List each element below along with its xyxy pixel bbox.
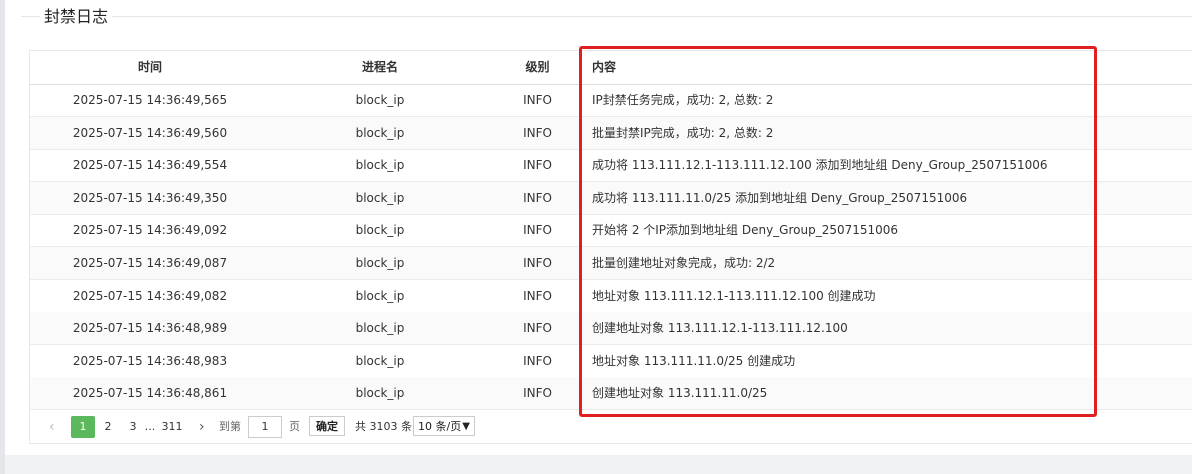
cell-level: INFO	[523, 353, 552, 368]
cell-time: 2025-07-15 14:36:48,983	[72, 353, 228, 368]
table-row: 2025-07-15 14:36:49,087 block_ip INFO 批量创建地…	[30, 247, 1192, 280]
pagination: ‹ 1 2 3 ... 311 › 到第 1 页 确定 共 3103 条 10 …	[29, 410, 1192, 444]
total-count: 共 3103 条	[355, 420, 412, 433]
page-suffix-label: 页	[289, 420, 300, 433]
cell-level: INFO	[523, 190, 552, 205]
cell-message: 成功将 113.111.11.0/25 添加到地址组 Deny_Group_25…	[592, 190, 968, 205]
page-button-last[interactable]: 311	[161, 417, 183, 437]
cell-message: 开始将 2 个IP添加到地址组 Deny_Group_2507151006	[592, 223, 899, 238]
cell-level: INFO	[523, 386, 552, 401]
cell-message: IP封禁任务完成，成功: 2, 总数: 2	[592, 93, 774, 107]
cell-process: block_ip	[355, 321, 405, 336]
column-header-level[interactable]: 级别	[490, 51, 585, 84]
section-title: 封禁日志	[40, 6, 113, 28]
page-size-value: 10 条/页	[418, 420, 462, 433]
cell-level: INFO	[523, 288, 552, 303]
cell-process: block_ip	[355, 386, 405, 401]
chevron-right-icon[interactable]: ›	[199, 417, 205, 437]
table-row: 2025-07-15 14:36:49,350 block_ip INFO 成功将 1…	[30, 181, 1192, 215]
table-header: 时间 进程名 级别 内容	[30, 51, 1192, 85]
cell-process: block_ip	[355, 190, 405, 205]
cell-level: INFO	[523, 93, 552, 107]
table-row: 2025-07-15 14:36:49,092 block_ip INFO 开始将 2…	[30, 214, 1192, 248]
table-row: 2025-07-15 14:36:49,565 block_ip INFO IP封禁任…	[30, 84, 1192, 117]
cell-message: 地址对象 113.111.12.1-113.111.12.100 创建成功	[592, 288, 876, 303]
cell-level: INFO	[523, 321, 552, 336]
goto-page-input[interactable]: 1	[248, 416, 282, 438]
cell-process: block_ip	[355, 353, 405, 368]
confirm-button[interactable]: 确定	[309, 416, 345, 436]
cell-message: 地址对象 113.111.11.0/25 创建成功	[592, 353, 796, 368]
chevron-down-icon: ▼	[462, 421, 470, 432]
chevron-left-icon[interactable]: ‹	[49, 417, 55, 437]
cell-time: 2025-07-15 14:36:49,554	[72, 158, 228, 173]
cell-message: 创建地址对象 113.111.11.0/25	[592, 386, 768, 401]
page-ellipsis: ...	[144, 420, 156, 433]
page-button-2[interactable]: 2	[103, 417, 113, 437]
cell-time: 2025-07-15 14:36:49,082	[72, 288, 228, 303]
cell-level: INFO	[523, 223, 552, 238]
cell-level: INFO	[523, 158, 552, 173]
cell-process: block_ip	[355, 288, 405, 303]
column-header-time[interactable]: 时间	[30, 51, 270, 84]
column-header-message[interactable]: 内容	[592, 51, 1112, 84]
cell-time: 2025-07-15 14:36:49,560	[72, 125, 228, 140]
page-button-1[interactable]: 1	[71, 416, 95, 438]
table-row: 2025-07-15 14:36:48,989 block_ip INFO 创建地址对…	[30, 312, 1192, 346]
log-panel: 封禁日志 时间 进程名 级别 内容 2025-07-15 14:36:49,56…	[5, 0, 1192, 455]
cell-process: block_ip	[355, 256, 405, 270]
cell-time: 2025-07-15 14:36:49,565	[72, 93, 228, 107]
cell-message: 批量封禁IP完成，成功: 2, 总数: 2	[592, 125, 774, 140]
table-row: 2025-07-15 14:36:49,554 block_ip INFO 成功将 1…	[30, 149, 1192, 183]
page-size-select[interactable]: 10 条/页 ▼	[413, 416, 475, 436]
cell-time: 2025-07-15 14:36:49,087	[72, 256, 228, 270]
table-row: 2025-07-15 14:36:49,082 block_ip INFO 地址对象 …	[30, 280, 1192, 313]
title-divider	[21, 16, 1192, 17]
cell-time: 2025-07-15 14:36:48,989	[72, 321, 228, 336]
cell-level: INFO	[523, 256, 552, 270]
cell-level: INFO	[523, 125, 552, 140]
log-table: 时间 进程名 级别 内容 2025-07-15 14:36:49,565 bloc…	[29, 50, 1192, 444]
goto-label: 到第	[219, 420, 241, 433]
cell-time: 2025-07-15 14:36:49,350	[72, 190, 228, 205]
table-row: 2025-07-15 14:36:48,983 block_ip INFO 地址对象 …	[30, 345, 1192, 378]
cell-time: 2025-07-15 14:36:48,861	[72, 386, 228, 401]
page-button-3[interactable]: 3	[128, 417, 138, 437]
cell-time: 2025-07-15 14:36:49,092	[72, 223, 228, 238]
cell-message: 成功将 113.111.12.1-113.111.12.100 添加到地址组 D…	[592, 158, 1048, 173]
cell-message: 批量创建地址对象完成，成功: 2/2	[592, 256, 776, 270]
cell-process: block_ip	[355, 93, 405, 107]
cell-message: 创建地址对象 113.111.12.1-113.111.12.100	[592, 321, 848, 336]
table-row: 2025-07-15 14:36:48,861 block_ip INFO 创建地址对…	[30, 377, 1192, 411]
cell-process: block_ip	[355, 125, 405, 140]
cell-process: block_ip	[355, 158, 405, 173]
table-row: 2025-07-15 14:36:49,560 block_ip INFO 批量封禁I…	[30, 116, 1192, 150]
cell-process: block_ip	[355, 223, 405, 238]
column-header-process[interactable]: 进程名	[270, 51, 490, 84]
